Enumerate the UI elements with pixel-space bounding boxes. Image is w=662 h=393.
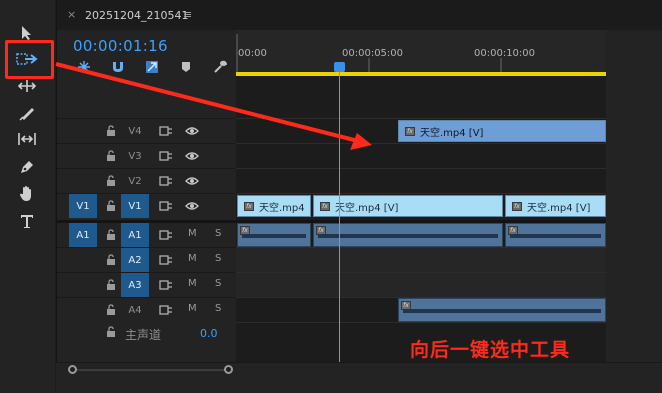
solo-button[interactable]: S — [215, 253, 221, 264]
mute-button[interactable]: M — [188, 278, 197, 289]
lock-icon[interactable] — [106, 279, 116, 291]
timeline-tab-bar: × 20251204_210541 ≡ — [57, 0, 662, 30]
eye-icon[interactable] — [185, 151, 199, 161]
master-track-label: 主声道 — [125, 328, 162, 342]
clip-v4[interactable]: fx 天空.mp4 [V] — [398, 120, 606, 142]
eye-icon[interactable] — [185, 201, 199, 211]
solo-button[interactable]: S — [215, 303, 221, 314]
mute-button[interactable]: M — [188, 253, 197, 264]
close-icon[interactable]: × — [67, 8, 76, 21]
eye-icon[interactable] — [185, 126, 199, 136]
lane-a3[interactable] — [236, 272, 606, 297]
source-patch-a1[interactable]: A1 — [69, 223, 97, 247]
sync-lock-icon[interactable] — [159, 254, 173, 266]
slip-tool-icon[interactable] — [14, 128, 40, 150]
ruler-spacer — [236, 76, 606, 118]
clip-label: 天空.mp4 [V] — [527, 202, 591, 214]
lock-icon[interactable] — [106, 125, 116, 137]
clip-label: 天空.mp4 — [259, 202, 305, 214]
lane-a4[interactable]: fx — [236, 297, 606, 322]
annotation-caption: 向后一键选中工具 — [410, 339, 571, 361]
ruler-ticks — [236, 34, 502, 72]
nest-toggle-icon[interactable] — [75, 58, 93, 76]
sync-lock-icon[interactable] — [159, 150, 173, 162]
solo-button[interactable]: S — [215, 278, 221, 289]
lane-a1[interactable]: fx fx fx — [236, 220, 606, 247]
clip-a4[interactable]: fx — [398, 298, 606, 322]
scroll-handle-left[interactable] — [68, 365, 77, 374]
clip-a1-1[interactable]: fx — [237, 223, 311, 247]
fx-badge: fx — [244, 201, 254, 211]
lane-v3[interactable] — [236, 143, 606, 168]
solo-button[interactable]: S — [215, 228, 221, 239]
track-name[interactable]: V2 — [121, 169, 149, 193]
lane-v1[interactable]: fx 天空.mp4 fx 天空.mp4 [V] fx 天空.mp4 [V] — [236, 193, 606, 218]
lock-icon[interactable] — [106, 304, 116, 316]
clip-a1-2[interactable]: fx — [313, 223, 503, 247]
clip-a1-3[interactable]: fx — [505, 223, 606, 247]
snap-magnet-icon[interactable] — [109, 58, 127, 76]
source-patch-v1[interactable]: V1 — [69, 194, 97, 218]
fx-badge: fx — [405, 126, 415, 136]
track-name[interactable]: V3 — [121, 144, 149, 168]
type-tool-icon[interactable] — [14, 210, 40, 232]
track-name[interactable]: V4 — [121, 119, 149, 143]
panel-menu-icon[interactable]: ≡ — [183, 8, 192, 21]
scroll-handle-right[interactable] — [224, 365, 233, 374]
add-marker-icon[interactable] — [177, 58, 195, 76]
clip-v1-1[interactable]: fx 天空.mp4 — [237, 195, 311, 217]
sequence-tab-title[interactable]: 20251204_210541 — [85, 9, 188, 22]
lock-icon[interactable] — [106, 326, 116, 338]
wrench-settings-icon[interactable] — [211, 58, 229, 76]
playhead-handle[interactable] — [334, 62, 345, 72]
lane-v4[interactable]: fx 天空.mp4 [V] — [236, 118, 606, 143]
sync-lock-icon[interactable] — [159, 175, 173, 187]
sync-lock-icon[interactable] — [159, 229, 173, 241]
eye-icon[interactable] — [185, 176, 199, 186]
track-name[interactable]: A1 — [121, 223, 149, 247]
sync-lock-icon[interactable] — [159, 279, 173, 291]
fx-badge: fx — [512, 201, 522, 211]
lock-icon[interactable] — [106, 200, 116, 212]
master-volume-value[interactable]: 0.0 — [200, 327, 218, 340]
sync-lock-icon[interactable] — [159, 304, 173, 316]
lock-icon[interactable] — [106, 254, 116, 266]
sync-lock-icon[interactable] — [159, 200, 173, 212]
mute-button[interactable]: M — [188, 228, 197, 239]
mute-button[interactable]: M — [188, 303, 197, 314]
clip-v1-2[interactable]: fx 天空.mp4 [V] — [313, 195, 503, 217]
scrollbar-track[interactable] — [72, 369, 232, 371]
clip-label: 天空.mp4 [V] — [420, 127, 484, 139]
track-name[interactable]: A2 — [121, 248, 149, 272]
fx-badge: fx — [320, 201, 330, 211]
sync-lock-icon[interactable] — [159, 125, 173, 137]
tools-panel — [0, 0, 55, 393]
track-select-forward-tool-icon[interactable] — [14, 48, 40, 70]
clip-label: 天空.mp4 [V] — [335, 202, 399, 214]
ripple-edit-tool-icon[interactable] — [14, 75, 40, 97]
playhead-line[interactable] — [339, 68, 340, 362]
track-lanes: fx 天空.mp4 [V] fx 天空.mp4 fx 天空.mp4 [V] fx… — [236, 118, 606, 362]
pen-tool-icon[interactable] — [14, 156, 40, 178]
track-name[interactable]: A4 — [121, 298, 149, 322]
track-name[interactable]: V1 — [121, 194, 149, 218]
lock-icon[interactable] — [106, 175, 116, 187]
lock-icon[interactable] — [106, 229, 116, 241]
razor-tool-icon[interactable] — [14, 102, 40, 124]
lane-a2[interactable] — [236, 247, 606, 272]
linked-selection-icon[interactable] — [143, 58, 161, 76]
playhead-timecode[interactable]: 00:00:01:16 — [73, 37, 168, 55]
hand-tool-icon[interactable] — [14, 182, 40, 204]
lane-v2[interactable] — [236, 168, 606, 193]
horizontal-scrollbar[interactable] — [56, 362, 662, 393]
clip-v1-3[interactable]: fx 天空.mp4 [V] — [505, 195, 606, 217]
time-ruler[interactable]: 00:00 00:00:05:00 00:00:10:00 — [236, 30, 606, 76]
track-name[interactable]: A3 — [121, 273, 149, 297]
lock-icon[interactable] — [106, 150, 116, 162]
